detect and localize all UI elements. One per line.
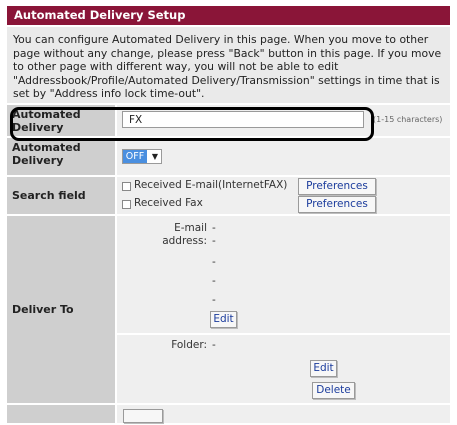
deliver-row: Deliver To E-mail address: - - - - - Edi… xyxy=(7,216,450,403)
name-row: Automated Delivery FX (1-15 characters) xyxy=(7,105,450,136)
fax-checkbox-label: Received Fax xyxy=(134,197,203,209)
email-address-value: - xyxy=(212,294,216,306)
search-label: Search field xyxy=(7,177,115,214)
email-address-value: - xyxy=(212,256,216,268)
next-cell xyxy=(117,405,450,423)
email-preferences-button[interactable]: Preferences xyxy=(298,178,376,195)
panel-title: Automated Delivery Setup xyxy=(7,6,450,25)
deliver-cell: E-mail address: - - - - - Edit Folder: -… xyxy=(117,216,450,403)
fax-checkbox[interactable] xyxy=(122,200,131,209)
name-hint: (1-15 characters) xyxy=(373,115,443,124)
email-address-value: - xyxy=(212,222,216,234)
folder-delete-button[interactable]: Delete xyxy=(312,382,355,399)
email-address-value: - xyxy=(212,235,216,247)
email-edit-button[interactable]: Edit xyxy=(210,311,237,328)
folder-edit-button[interactable]: Edit xyxy=(310,360,337,377)
search-cell: Received E-mail(InternetFAX) Preferences… xyxy=(117,177,450,214)
fax-preferences-button[interactable]: Preferences xyxy=(298,196,376,213)
delivery-state-select[interactable]: OFF ▼ xyxy=(122,149,162,164)
folder-label: Folder: xyxy=(171,339,207,351)
name-label: Automated Delivery xyxy=(7,105,115,136)
deliver-label: Deliver To xyxy=(7,216,115,403)
next-label xyxy=(7,405,115,423)
name-cell: FX (1-15 characters) xyxy=(117,105,450,136)
email-checkbox[interactable] xyxy=(122,182,131,191)
next-row-button[interactable] xyxy=(123,409,163,423)
state-cell: OFF ▼ xyxy=(117,138,450,175)
divider xyxy=(117,333,450,335)
intro-text: You can configure Automated Delivery in … xyxy=(7,27,450,103)
automated-delivery-panel: Automated Delivery Setup You can configu… xyxy=(7,6,450,423)
state-label: Automated Delivery xyxy=(7,138,115,175)
next-row xyxy=(7,405,450,423)
search-row: Search field Received E-mail(InternetFAX… xyxy=(7,177,450,214)
email-checkbox-label: Received E-mail(InternetFAX) xyxy=(134,179,288,191)
folder-value: - xyxy=(212,339,216,351)
email-address-label: E-mail address: xyxy=(162,222,207,247)
state-row: Automated Delivery OFF ▼ xyxy=(7,138,450,175)
email-address-value: - xyxy=(212,275,216,287)
delivery-name-input[interactable]: FX xyxy=(122,111,364,128)
chevron-down-icon: ▼ xyxy=(151,152,158,161)
select-value: OFF xyxy=(123,150,147,163)
